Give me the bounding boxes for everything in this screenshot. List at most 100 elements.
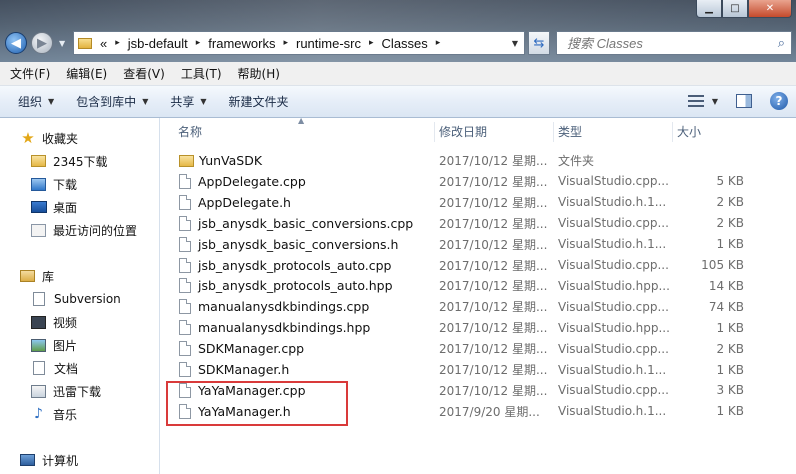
nav-libraries[interactable]: 库 — [20, 266, 54, 286]
nav-item-documents[interactable]: 文档 — [31, 358, 78, 378]
breadcrumb-separator[interactable]: ▸ — [436, 38, 441, 48]
breadcrumb-separator[interactable]: ▸ — [115, 38, 120, 48]
thunder-download-icon — [31, 384, 46, 398]
address-dropdown-icon[interactable]: ▼ — [512, 39, 518, 48]
menu-view[interactable]: 查看(V) — [123, 65, 165, 82]
minimize-icon: ▁ — [705, 3, 713, 14]
close-icon: ✕ — [765, 3, 775, 14]
file-icon — [179, 299, 191, 315]
file-row[interactable]: AppDelegate.h 2017/10/12 星期... VisualStudi… — [161, 192, 796, 213]
back-button[interactable]: ◀ — [5, 32, 27, 54]
new-folder-button[interactable]: 新建文件夹 — [229, 93, 289, 110]
breadcrumb-item[interactable]: frameworks — [208, 36, 275, 51]
column-header-name[interactable]: 名称 — [173, 120, 433, 142]
recent-pages-dropdown[interactable]: ▼ — [59, 39, 65, 48]
file-row[interactable]: YunVaSDK 2017/10/12 星期... 文件夹 — [161, 150, 796, 171]
file-name-cell[interactable]: jsb_anysdk_protocols_auto.hpp — [179, 275, 431, 296]
close-button[interactable]: ✕ — [748, 0, 792, 18]
file-name-cell[interactable]: manualanysdkbindings.hpp — [179, 317, 431, 338]
chevron-down-icon[interactable]: ▼ — [712, 97, 718, 106]
command-bar: 组织 ▼ 包含到库中 ▼ 共享 ▼ 新建文件夹 ▼ ? — [0, 86, 796, 118]
menu-edit[interactable]: 编辑(E) — [66, 65, 107, 82]
nav-item-downloads[interactable]: 下载 — [31, 174, 77, 194]
minimize-button[interactable]: ▁ — [696, 0, 722, 18]
toolbar-right-group: ▼ ? — [687, 92, 788, 110]
file-size: 1 KB — [716, 237, 744, 252]
nav-label: 收藏夹 — [42, 131, 79, 146]
nav-item-desktop[interactable]: 桌面 — [31, 197, 77, 217]
menu-tools[interactable]: 工具(T) — [181, 65, 222, 82]
nav-label: 迅雷下载 — [53, 384, 102, 399]
column-header-size[interactable]: 大小 — [672, 120, 752, 142]
file-row[interactable]: manualanysdkbindings.cpp 2017/10/12 星期...… — [161, 296, 796, 317]
column-header-label: 类型 — [558, 124, 583, 139]
nav-item-videos[interactable]: 视频 — [31, 312, 77, 332]
breadcrumb-item[interactable]: runtime-src — [296, 36, 361, 51]
menu-file[interactable]: 文件(F) — [10, 65, 50, 82]
nav-label: 最近访问的位置 — [53, 223, 138, 238]
nav-computer[interactable]: 计算机 — [20, 450, 78, 470]
file-icon — [179, 257, 191, 273]
nav-item-subversion[interactable]: Subversion — [31, 289, 121, 309]
file-row[interactable]: jsb_anysdk_protocols_auto.cpp 2017/10/12 … — [161, 255, 796, 276]
forward-button[interactable]: ▶ — [31, 32, 53, 54]
share-button[interactable]: 共享 ▼ — [170, 93, 206, 110]
include-in-library-button[interactable]: 包含到库中 ▼ — [76, 93, 148, 110]
nav-item-2345-downloads[interactable]: 2345下载 — [31, 151, 108, 171]
file-row[interactable]: SDKManager.cpp 2017/10/12 星期... VisualStud… — [161, 338, 796, 359]
new-folder-label: 新建文件夹 — [228, 95, 289, 109]
address-bar[interactable]: « ▸ jsb-default ▸ frameworks ▸ runtime-s… — [73, 31, 525, 55]
file-type: 文件夹 — [558, 154, 595, 168]
file-row[interactable]: jsb_anysdk_basic_conversions.cpp 2017/10/… — [161, 213, 796, 234]
search-icon[interactable]: ⌕ — [778, 36, 785, 51]
help-icon[interactable]: ? — [770, 92, 788, 110]
file-icon — [179, 194, 191, 210]
file-row[interactable]: manualanysdkbindings.hpp 2017/10/12 星期...… — [161, 317, 796, 338]
breadcrumb-item[interactable]: Classes — [382, 36, 428, 51]
file-size: 1 KB — [716, 320, 744, 335]
breadcrumb-separator[interactable]: ▸ — [196, 38, 201, 48]
file-name-cell[interactable]: AppDelegate.cpp — [179, 171, 431, 192]
file-date: 2017/10/12 星期... — [439, 258, 548, 273]
file-date: 2017/10/12 星期... — [439, 154, 548, 168]
breadcrumb-separator[interactable]: ▸ — [283, 38, 288, 48]
nav-item-music[interactable]: ♪ 音乐 — [31, 404, 77, 424]
file-name-cell[interactable]: manualanysdkbindings.cpp — [179, 296, 431, 317]
nav-favorites[interactable]: ★ 收藏夹 — [20, 128, 78, 148]
file-row[interactable]: AppDelegate.cpp 2017/10/12 星期... VisualStu… — [161, 171, 796, 192]
file-size: 2 KB — [716, 195, 744, 210]
file-row[interactable]: SDKManager.h 2017/10/12 星期... VisualStudio… — [161, 359, 796, 380]
file-name-cell[interactable]: jsb_anysdk_basic_conversions.h — [179, 234, 431, 255]
file-name: jsb_anysdk_basic_conversions.h — [198, 236, 399, 252]
search-box[interactable]: ⌕ — [556, 31, 792, 55]
column-header-date[interactable]: 修改日期 — [434, 120, 552, 142]
refresh-button[interactable]: ⇆ — [528, 31, 550, 55]
file-name: YunVaSDK — [199, 153, 263, 168]
column-header-label: 名称 — [178, 124, 203, 139]
maximize-button[interactable]: □ — [722, 0, 748, 18]
file-date: 2017/10/12 星期... — [439, 342, 548, 357]
file-row[interactable]: jsb_anysdk_basic_conversions.h 2017/10/12… — [161, 234, 796, 255]
nav-item-recent-places[interactable]: 最近访问的位置 — [31, 220, 137, 240]
file-name-cell[interactable]: SDKManager.h — [179, 359, 431, 380]
nav-item-pictures[interactable]: 图片 — [31, 335, 77, 355]
organize-button[interactable]: 组织 ▼ — [18, 93, 54, 110]
file-row[interactable]: jsb_anysdk_protocols_auto.hpp 2017/10/12 … — [161, 275, 796, 296]
breadcrumb-separator[interactable]: ▸ — [369, 38, 374, 48]
breadcrumb-overflow[interactable]: « — [100, 36, 107, 51]
nav-item-thunder-downloads[interactable]: 迅雷下载 — [31, 381, 101, 401]
view-options-icon[interactable] — [687, 95, 704, 107]
file-name-cell[interactable]: AppDelegate.h — [179, 192, 431, 213]
menu-help[interactable]: 帮助(H) — [238, 65, 280, 82]
maximize-icon: □ — [730, 3, 740, 14]
column-header-type[interactable]: 类型 — [553, 120, 671, 142]
computer-icon — [20, 454, 35, 466]
file-date: 2017/10/12 星期... — [439, 216, 548, 231]
file-name-cell[interactable]: YunVaSDK — [179, 150, 431, 171]
preview-pane-icon[interactable] — [736, 94, 752, 108]
breadcrumb-item[interactable]: jsb-default — [128, 36, 188, 51]
file-name-cell[interactable]: jsb_anysdk_basic_conversions.cpp — [179, 213, 431, 234]
search-input[interactable] — [567, 35, 757, 51]
file-name-cell[interactable]: SDKManager.cpp — [179, 338, 431, 359]
file-name-cell[interactable]: jsb_anysdk_protocols_auto.cpp — [179, 255, 431, 276]
